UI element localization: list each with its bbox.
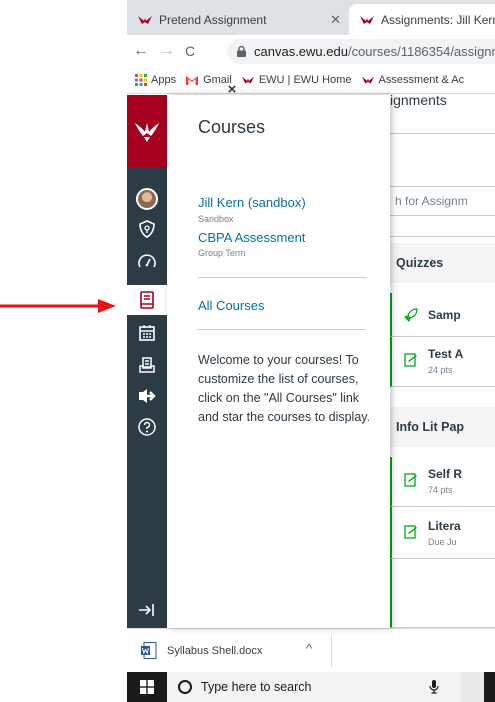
eagle-logo-icon: [135, 123, 159, 142]
courses-tray: Courses Jill Kern (sandbox) Sandbox CBPA…: [167, 95, 390, 628]
tab-title: Pretend Assignment: [159, 12, 267, 27]
assignment-due-date: Due Ju: [428, 537, 457, 547]
eagle-favicon-icon: [360, 15, 374, 24]
bookmarks-bar: Apps Gmail EWU | EWU Home Assessment & A…: [127, 67, 495, 94]
eagle-favicon-icon: [241, 76, 254, 84]
nav-account[interactable]: [127, 184, 167, 214]
assignment-row[interactable]: Self R 74 pts: [390, 457, 495, 507]
assignment-title[interactable]: Samp: [428, 308, 461, 322]
shelf-divider: [331, 635, 332, 667]
nav-inbox[interactable]: [127, 350, 167, 380]
browser-tab-strip: Pretend Assignment ✕ Assignments: Jill K…: [127, 0, 495, 35]
bookmark-apps[interactable]: Apps: [135, 74, 176, 86]
nav-admin[interactable]: [127, 214, 167, 244]
browser-toolbar: ← → C canvas.ewu.edu/courses/1186354/ass…: [127, 35, 495, 67]
close-tray-button[interactable]: ×: [225, 82, 239, 97]
commons-share-icon: [139, 389, 156, 403]
course-term: Sandbox: [198, 214, 234, 224]
calendar-icon: [139, 325, 155, 341]
tab-close-icon[interactable]: ✕: [330, 12, 341, 28]
nav-courses[interactable]: [127, 285, 167, 315]
tray-divider: [198, 329, 366, 330]
nav-commons[interactable]: [127, 381, 167, 411]
all-courses-link[interactable]: All Courses: [198, 298, 264, 313]
dashboard-gauge-icon: [138, 254, 156, 268]
download-options-chevron-icon[interactable]: ^: [306, 641, 312, 656]
course-link-cbpa-assessment[interactable]: CBPA Assessment: [198, 230, 305, 245]
assignment-group-header[interactable]: Quizzes: [390, 243, 495, 283]
gmail-icon: [186, 75, 199, 85]
assignment-title[interactable]: Test A: [428, 347, 463, 361]
tab-pretend-assignment[interactable]: Pretend Assignment ✕: [127, 4, 349, 35]
page-title: ignments: [390, 92, 447, 108]
assignment-points: 24 pts: [428, 365, 453, 375]
windows-taskbar: Type here to search: [127, 672, 495, 702]
help-question-icon: [138, 418, 156, 436]
shield-icon: [139, 220, 155, 238]
course-link-jill-kern-sandbox[interactable]: Jill Kern (sandbox): [198, 195, 306, 210]
bookmark-assessment[interactable]: Assessment & Ac: [361, 73, 465, 87]
divider: [390, 236, 495, 237]
windows-logo-icon: [140, 680, 154, 694]
tab-assignments[interactable]: Assignments: Jill Kern (: [349, 4, 495, 35]
download-item[interactable]: Syllabus Shell.docx: [141, 642, 262, 659]
bookmark-label: EWU | EWU Home: [258, 74, 352, 86]
url-path: /courses/1186354/assignm: [347, 44, 495, 59]
assignment-row[interactable]: [390, 559, 495, 628]
bookmark-label: Apps: [151, 74, 177, 86]
download-shelf: Syllabus Shell.docx ^: [127, 628, 495, 672]
back-button[interactable]: ←: [133, 42, 149, 60]
start-button[interactable]: [127, 672, 167, 702]
word-document-icon: [141, 642, 157, 659]
screen: Pretend Assignment ✕ Assignments: Jill K…: [0, 0, 495, 702]
nav-help[interactable]: [127, 412, 167, 442]
assignment-icon: [404, 473, 417, 487]
taskbar-app-area: [484, 672, 495, 702]
divider: [390, 133, 495, 134]
collapse-nav-button[interactable]: [127, 598, 167, 622]
url-host: canvas.ewu.edu: [254, 44, 348, 59]
courses-book-icon: [140, 291, 154, 309]
red-arrow-annotation: [0, 299, 116, 313]
ewu-eagle-logo[interactable]: [127, 95, 167, 167]
course-term: Group Term: [198, 248, 246, 258]
assignment-group-header[interactable]: Info Lit Pap: [390, 407, 495, 447]
apps-grid-icon: [135, 74, 147, 86]
taskbar-search-placeholder: Type here to search: [201, 680, 312, 694]
search-assignments-input[interactable]: h for Assignm: [388, 186, 495, 216]
bookmark-label: Assessment & Ac: [378, 74, 465, 86]
assignment-icon: [404, 353, 417, 367]
tray-welcome-message: Welcome to your courses! To customize th…: [198, 353, 371, 424]
assignment-row[interactable]: Samp: [390, 293, 495, 337]
assignment-title[interactable]: Self R: [428, 467, 462, 481]
global-navigation: [127, 95, 167, 628]
assignment-row[interactable]: Test A 24 pts: [390, 337, 495, 387]
cortana-circle-icon: [178, 680, 192, 694]
collapse-arrow-icon: [139, 604, 154, 616]
assignment-row[interactable]: Litera Due Ju: [390, 507, 495, 559]
assignment-title[interactable]: Litera: [428, 519, 461, 533]
avatar: [136, 188, 158, 210]
assignment-points: 74 pts: [428, 485, 453, 495]
bookmark-ewu-home[interactable]: EWU | EWU Home: [241, 73, 352, 87]
tray-title: Courses: [198, 117, 266, 137]
nav-calendar[interactable]: [127, 318, 167, 348]
nav-dashboard[interactable]: [127, 247, 167, 277]
inbox-icon: [139, 357, 155, 373]
eagle-favicon-icon: [361, 76, 374, 84]
eagle-favicon-icon: [138, 15, 152, 24]
address-bar[interactable]: canvas.ewu.edu/courses/1186354/assignm: [227, 39, 495, 64]
download-filename: Syllabus Shell.docx: [167, 644, 263, 657]
rocket-quiz-icon: [404, 308, 418, 322]
microphone-icon[interactable]: [429, 680, 439, 694]
assignment-icon: [404, 525, 417, 539]
tray-divider: [198, 277, 366, 278]
lock-icon: [237, 46, 246, 57]
forward-button[interactable]: →: [159, 42, 175, 60]
taskbar-search-box[interactable]: Type here to search: [167, 672, 461, 702]
reload-button[interactable]: C: [185, 42, 195, 60]
tab-title: Assignments: Jill Kern (: [381, 12, 495, 27]
